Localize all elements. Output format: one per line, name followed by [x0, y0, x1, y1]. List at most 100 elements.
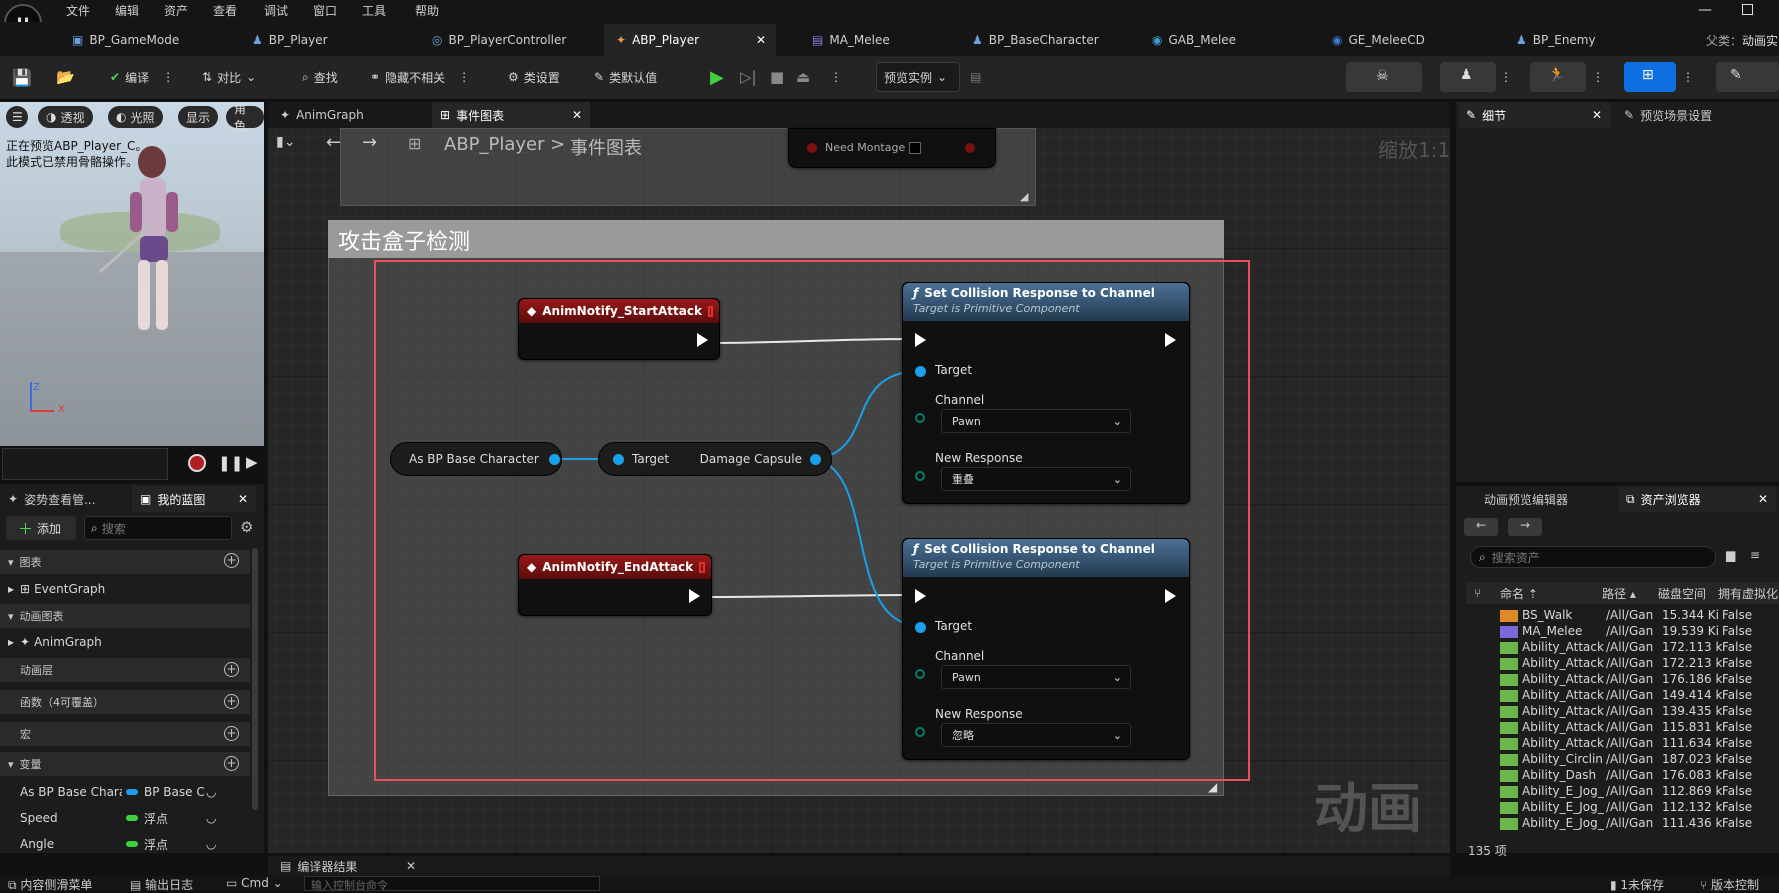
asset-row[interactable]: BS_Walk/All/Gan 15.344 Ki False [1500, 608, 1779, 624]
blueprint-search-input[interactable]: ⌕ 搜索 [84, 516, 232, 540]
save-icon[interactable]: 💾 [12, 62, 32, 92]
asset-row[interactable]: Ability_E_Jog_/All/Gan 112.132 k False [1500, 800, 1779, 816]
blueprint-mode-button[interactable]: ⊞ [1624, 62, 1676, 92]
channel-dropdown[interactable]: Pawn ⌄ [941, 665, 1131, 689]
enum-pin-icon[interactable] [915, 727, 925, 737]
asset-row[interactable]: Ability_Attack/All/Gan 176.186 k False [1500, 672, 1779, 688]
tab-pose-watch[interactable]: ✦ 姿势查看管... [0, 486, 130, 512]
response-dropdown[interactable]: 忽略 ⌄ [941, 723, 1131, 747]
section-variables[interactable]: ▾ 变量 [0, 752, 250, 776]
column-size[interactable]: 磁盘空间 [1658, 585, 1718, 602]
lit-button[interactable]: ◐ 光照 [108, 106, 163, 128]
debug-filter-icon[interactable]: ▤ [970, 62, 981, 92]
set-collision-response-node-1[interactable]: ƒ Set Collision Response to Channel Target… [902, 282, 1190, 504]
close-tab-icon[interactable]: ✕ [572, 108, 582, 122]
tab-abp-player[interactable]: ✦ ABP_Player ✕ [604, 24, 776, 56]
tab-bp-basecharacter[interactable]: ♟ BP_BaseCharacter [960, 24, 1140, 56]
asset-row[interactable]: Ability_E_Jog_/All/Gan 111.436 k False [1500, 816, 1779, 832]
unsaved-button[interactable]: ▮ 1未保存 [1610, 876, 1664, 893]
step-icon[interactable]: ▷| [740, 62, 757, 92]
close-tab-icon[interactable]: ✕ [1592, 108, 1602, 122]
bookmark-icon[interactable]: ▮⌄ [276, 134, 295, 150]
breadcrumb-leaf[interactable]: 事件图表 [570, 134, 642, 160]
asset-row[interactable]: Ability_Attack/All/Gan 139.435 k False [1500, 704, 1779, 720]
enum-pin-icon[interactable] [915, 669, 925, 679]
add-button[interactable]: ＋添加 [6, 516, 76, 540]
filter-icon[interactable]: ≡ [1750, 548, 1760, 562]
parent-class-value[interactable]: 动画实 [1742, 32, 1778, 49]
character-button[interactable]: 角色 [226, 102, 264, 133]
play-icon[interactable]: ▶ [710, 62, 724, 92]
back-arrow-icon[interactable]: ← [326, 132, 341, 153]
menu-debug[interactable]: 调试 [264, 2, 288, 19]
close-tab-icon[interactable]: ✕ [238, 492, 248, 506]
hide-unrelated-button[interactable]: ⚭ 隐藏不相关 ⋮ [370, 62, 470, 92]
diff-button[interactable]: ⇅ 对比 ⌄ [202, 62, 256, 92]
checkbox[interactable] [909, 142, 921, 154]
forward-arrow-icon[interactable]: → [362, 132, 377, 153]
anim-notify-end-attack-node[interactable]: ◆ AnimNotify_EndAttack [518, 554, 712, 616]
asset-row[interactable]: Ability_Attack/All/Gan 111.634 k False [1500, 736, 1779, 752]
add-macro-icon[interactable]: + [224, 726, 239, 741]
tab-anim-preview-editor[interactable]: 动画预览编辑器 [1476, 486, 1626, 512]
column-virtualized[interactable]: 拥有虚拟化 [1718, 585, 1778, 602]
folder-icon[interactable]: ▆ [1726, 548, 1735, 562]
column-name[interactable]: 命名 ⇡ [1500, 585, 1602, 602]
content-drawer-button[interactable]: ⧉ 内容侧滑菜单 [8, 876, 92, 893]
maximize-icon[interactable] [1742, 4, 1753, 15]
tab-animgraph[interactable]: ✦ AnimGraph [272, 102, 422, 128]
section-anim-graphs[interactable]: ▾ 动画图表 [0, 604, 250, 628]
tab-my-blueprint[interactable]: ▣ 我的蓝图 ✕ [132, 486, 256, 512]
asset-row[interactable]: Ability_Dash/All/Gan 176.083 k False [1500, 768, 1779, 784]
menu-asset[interactable]: 资产 [164, 2, 188, 19]
more-options-icon[interactable]: ⋮ [162, 70, 174, 84]
exec-out-pin-icon[interactable] [689, 589, 700, 603]
more-options-icon[interactable]: ⋮ [458, 70, 470, 84]
show-button[interactable]: 显示 [178, 106, 219, 128]
tab-details[interactable]: ✎ 细节 ✕ [1458, 102, 1610, 128]
console-input[interactable]: 输入控制台命令 [304, 876, 600, 891]
add-layer-icon[interactable]: + [224, 662, 239, 677]
resize-grip-icon[interactable]: ◢ [1020, 190, 1028, 203]
damage-capsule-getter[interactable]: Target Damage Capsule [598, 442, 832, 476]
section-graphs[interactable]: ▾ 图表 [0, 550, 250, 574]
section-anim-layers[interactable]: 动画层 [0, 658, 250, 682]
tab-preview-scene-settings[interactable]: ✎ 预览场景设置 [1616, 102, 1776, 128]
play-forward-icon[interactable]: ▶ [246, 453, 258, 471]
more-options-icon[interactable]: ⋮ [830, 62, 842, 92]
more-options-icon[interactable]: ⋮ [1592, 62, 1604, 92]
tab-gab-melee[interactable]: ◉ GAB_Melee [1140, 24, 1310, 56]
section-macros[interactable]: 宏 [0, 722, 250, 746]
target-pin-icon[interactable] [915, 366, 926, 377]
visibility-eye-icon[interactable]: ◡ [206, 785, 216, 799]
compile-button[interactable]: ✔ 编译 ⋮ [110, 62, 174, 92]
asset-row[interactable]: Ability_Attack/All/Gan 172.113 k False [1500, 640, 1779, 656]
exec-out-pin-icon[interactable] [1165, 589, 1176, 603]
delegate-pin-icon[interactable] [707, 305, 713, 317]
set-collision-response-node-2[interactable]: ƒ Set Collision Response to Channel Target… [902, 538, 1190, 760]
response-dropdown[interactable]: 重叠 ⌄ [941, 467, 1131, 491]
more-options-icon[interactable]: ⋮ [1500, 62, 1512, 92]
variable-row[interactable]: As BP Base CharacteBP Base C◡ [0, 779, 250, 805]
anim-notify-start-attack-node[interactable]: ◆ AnimNotify_StartAttack [518, 298, 720, 360]
skeleton-mode-button[interactable]: ☠ [1346, 62, 1422, 92]
close-tab-icon[interactable]: ✕ [406, 859, 416, 873]
source-control-button[interactable]: ⑂ 版本控制 [1700, 876, 1759, 893]
need-montage-node[interactable]: Need Montage [788, 128, 996, 168]
section-functions[interactable]: 函数（4可覆盖） [0, 690, 250, 714]
tab-ge-meleecd[interactable]: ◉ GE_MeleeCD [1320, 24, 1490, 56]
add-variable-icon[interactable]: + [224, 756, 239, 771]
browse-icon[interactable]: 📂 [56, 62, 75, 92]
enum-pin-icon[interactable] [915, 471, 925, 481]
source-icon[interactable]: ⑂ [1466, 586, 1500, 600]
menu-help[interactable]: 帮助 [415, 2, 439, 19]
cmd-dropdown[interactable]: ▭ Cmd ⌄ [226, 876, 283, 890]
asset-search-input[interactable]: ⌕ 搜索资产 [1470, 546, 1716, 568]
visibility-eye-icon[interactable]: ◡ [206, 837, 216, 851]
exec-out-pin-icon[interactable] [697, 333, 708, 347]
forward-arrow-icon[interactable]: → [1508, 518, 1542, 536]
tab-bp-playercontroller[interactable]: ◎ BP_PlayerController [420, 24, 600, 56]
enum-pin-icon[interactable] [915, 413, 925, 423]
physics-mode-button[interactable]: ✎ [1716, 62, 1779, 92]
asset-row[interactable]: Ability_E_Jog_/All/Gan 112.869 k False [1500, 784, 1779, 800]
